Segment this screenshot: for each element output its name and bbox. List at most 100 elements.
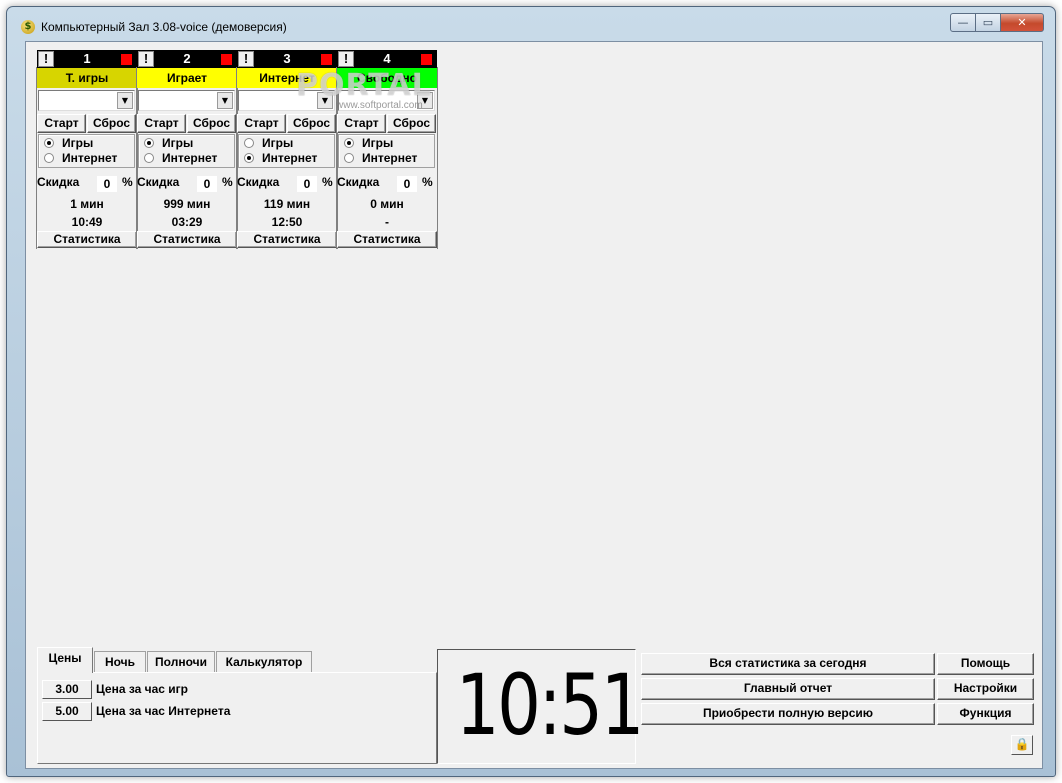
tab-night[interactable]: Ночь: [94, 651, 146, 673]
chevron-down-icon[interactable]: ▼: [117, 92, 133, 109]
watermark: PORTAL: [296, 68, 432, 103]
remaining-minutes: 119 мин: [263, 197, 311, 211]
discount-label: Скидка: [337, 175, 380, 189]
radio-internet-label: Интернет: [262, 151, 318, 165]
function-button[interactable]: Функция: [937, 703, 1034, 725]
discount-label: Скидка: [37, 175, 80, 189]
status-indicator: [321, 54, 332, 65]
title-bar[interactable]: $ Компьютерный Зал 3.08-voice (демоверси…: [7, 7, 1055, 41]
mode-radio-group: Игры Интернет: [38, 134, 135, 168]
alert-button[interactable]: !: [338, 51, 354, 67]
watermark-url: www.softportal.com: [336, 100, 423, 111]
clock-display: 10:51: [437, 649, 645, 764]
main-report-button[interactable]: Главный отчет: [641, 678, 935, 700]
radio-internet[interactable]: Интернет: [344, 151, 417, 166]
radio-internet-dot[interactable]: [344, 153, 354, 163]
help-button[interactable]: Помощь: [937, 653, 1034, 675]
status-indicator: [221, 54, 232, 65]
tab-calculator[interactable]: Калькулятор: [216, 651, 312, 673]
radio-games-label: Игры: [162, 136, 194, 150]
alert-button[interactable]: !: [38, 51, 54, 67]
radio-games-label: Игры: [262, 136, 294, 150]
maximize-button[interactable]: ▭: [975, 13, 1001, 32]
all-stats-button[interactable]: Вся статистика за сегодня: [641, 653, 935, 675]
radio-games-dot[interactable]: [344, 138, 354, 148]
start-button[interactable]: Старт: [237, 114, 286, 133]
discount-field[interactable]: 0: [97, 176, 117, 192]
radio-internet[interactable]: Интернет: [144, 151, 217, 166]
radio-games-dot[interactable]: [144, 138, 154, 148]
discount-label: Скидка: [237, 175, 280, 189]
tariff-select[interactable]: ▼: [38, 90, 135, 111]
radio-games[interactable]: Игры: [144, 136, 193, 151]
chevron-down-icon[interactable]: ▼: [217, 92, 233, 109]
internet-price-field[interactable]: 5.00: [42, 702, 92, 721]
start-button[interactable]: Старт: [37, 114, 86, 133]
radio-games[interactable]: Игры: [44, 136, 93, 151]
start-button[interactable]: Старт: [137, 114, 186, 133]
remaining-minutes: 0 мин: [370, 197, 404, 211]
computer-panel-2: ! 2 Играет ▼ Старт Сброс Игры Интернет С…: [136, 50, 238, 249]
computer-status: Т. игры: [37, 68, 137, 88]
percent-label: %: [322, 175, 333, 189]
status-indicator: [121, 54, 132, 65]
main-client-area: ! 1 Т. игры ▼ Старт Сброс Игры Интернет …: [25, 41, 1043, 769]
reset-button[interactable]: Сброс: [187, 114, 236, 133]
mode-radio-group: Игры Интернет: [138, 134, 235, 168]
discount-field[interactable]: 0: [397, 176, 417, 192]
discount-field[interactable]: 0: [197, 176, 217, 192]
panel-header: ! 4: [337, 50, 437, 68]
radio-games-dot[interactable]: [244, 138, 254, 148]
app-icon: $: [21, 20, 35, 34]
discount-label: Скидка: [137, 175, 180, 189]
statistics-button[interactable]: Статистика: [237, 231, 337, 248]
game-price-field[interactable]: 3.00: [42, 680, 92, 699]
alert-button[interactable]: !: [238, 51, 254, 67]
tab-half-night[interactable]: Полночи: [147, 651, 215, 673]
radio-internet[interactable]: Интернет: [244, 151, 317, 166]
radio-internet-dot[interactable]: [144, 153, 154, 163]
reset-button[interactable]: Сброс: [387, 114, 436, 133]
tariff-select[interactable]: ▼: [138, 90, 235, 111]
mode-radio-group: Игры Интернет: [238, 134, 335, 168]
percent-label: %: [222, 175, 233, 189]
computer-number: 2: [183, 51, 191, 66]
remaining-minutes: 999 мин: [163, 197, 211, 211]
radio-internet-dot[interactable]: [244, 153, 254, 163]
alert-button[interactable]: !: [138, 51, 154, 67]
radio-internet-dot[interactable]: [44, 153, 54, 163]
session-time: 10:49: [71, 215, 103, 229]
reset-button[interactable]: Сброс: [287, 114, 336, 133]
statistics-button[interactable]: Статистика: [137, 231, 237, 248]
start-button[interactable]: Старт: [337, 114, 386, 133]
clock-time: 10:51: [455, 656, 645, 754]
radio-internet[interactable]: Интернет: [44, 151, 117, 166]
lock-icon[interactable]: 🔒: [1011, 735, 1033, 755]
computer-status: Играет: [137, 68, 237, 88]
game-price-label: Цена за час игр: [96, 682, 189, 696]
radio-games[interactable]: Игры: [344, 136, 393, 151]
radio-games[interactable]: Игры: [244, 136, 293, 151]
radio-games-label: Игры: [362, 136, 394, 150]
mode-radio-group: Игры Интернет: [338, 134, 435, 168]
buy-full-version-button[interactable]: Приобрести полную версию: [641, 703, 935, 725]
statistics-button[interactable]: Статистика: [37, 231, 137, 248]
statistics-button[interactable]: Статистика: [337, 231, 437, 248]
discount-field[interactable]: 0: [297, 176, 317, 192]
reset-button[interactable]: Сброс: [87, 114, 136, 133]
radio-games-dot[interactable]: [44, 138, 54, 148]
remaining-minutes: 1 мин: [70, 197, 104, 211]
computer-number: 4: [383, 51, 391, 66]
tab-prices[interactable]: Цены: [37, 647, 93, 673]
session-time: -: [385, 215, 389, 229]
prices-tab-page: 3.00 Цена за час игр 5.00 Цена за час Ин…: [37, 672, 437, 764]
close-button[interactable]: ✕: [1000, 13, 1044, 32]
percent-label: %: [122, 175, 133, 189]
minimize-button[interactable]: —: [950, 13, 976, 32]
computer-number: 1: [83, 51, 91, 66]
app-window: $ Компьютерный Зал 3.08-voice (демоверси…: [6, 6, 1056, 777]
status-indicator: [421, 54, 432, 65]
settings-button[interactable]: Настройки: [937, 678, 1034, 700]
radio-internet-label: Интернет: [162, 151, 218, 165]
session-time: 12:50: [271, 215, 303, 229]
